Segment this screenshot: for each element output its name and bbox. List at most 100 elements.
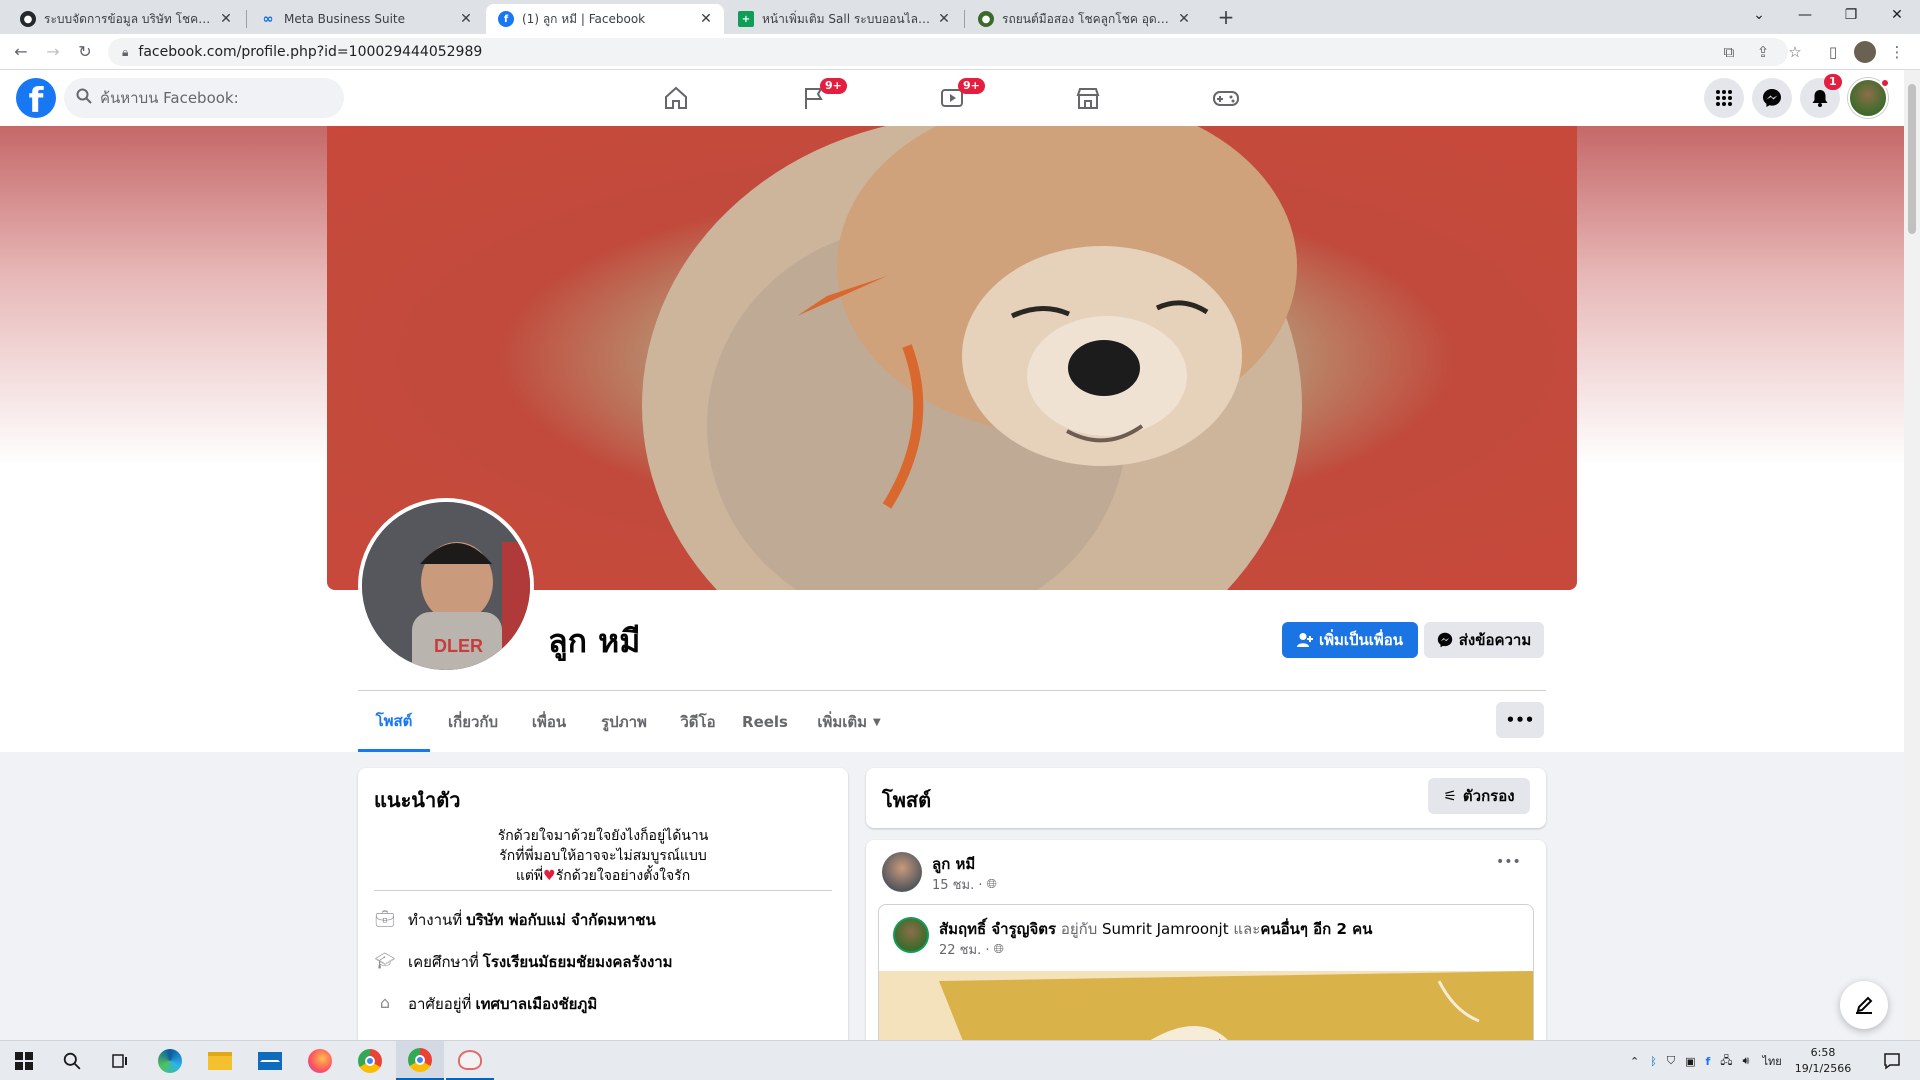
input-language[interactable]: ไทย [1762, 1052, 1781, 1070]
close-tab-icon[interactable]: ✕ [218, 11, 234, 27]
menu-grid-icon[interactable] [1704, 78, 1744, 118]
paint-app-icon[interactable] [446, 1041, 494, 1080]
lock-icon[interactable]: 🔒︎ [122, 45, 128, 60]
edu-prefix: เคยศึกษาที่ [408, 953, 479, 971]
tab-photos[interactable]: รูปภาพ [590, 692, 658, 752]
send-message-button[interactable]: ส่งข้อความ [1424, 622, 1544, 658]
tab-reels[interactable]: Reels [738, 692, 792, 752]
chrome-icon[interactable] [346, 1041, 394, 1080]
edge-icon[interactable] [146, 1041, 194, 1080]
work-link[interactable]: บริษัท พ่อกับแม่ จำกัดมหาชน [466, 908, 656, 932]
close-tab-icon[interactable]: ✕ [458, 11, 474, 27]
search-placeholder: ค้นหาบน Facebook: [100, 89, 239, 107]
close-window-button[interactable]: ✕ [1874, 0, 1920, 30]
nav-gaming[interactable] [1170, 70, 1282, 126]
back-icon[interactable]: ← [10, 41, 32, 63]
nav-watch[interactable]: 9+ [896, 70, 1008, 126]
tab-videos[interactable]: วิดีโอ [668, 692, 728, 752]
tab-about[interactable]: เกี่ยวกับ [436, 692, 510, 752]
intro-bio: รักด้วยใจมาด้วยใจยังไงก็อยู่ได้นาน รักที… [374, 826, 832, 886]
address-bar[interactable]: 🔒︎ facebook.com/profile.php?id=100029444… [108, 38, 1788, 66]
scrollbar-thumb[interactable] [1908, 84, 1916, 234]
cover-photo[interactable] [327, 126, 1577, 590]
bio-line: รักที่พี่มอบให้อาจจะไม่สมบูรณ์แบบ [499, 848, 707, 864]
tab-friends[interactable]: เพื่อน [518, 692, 580, 752]
shared-author-avatar[interactable] [893, 917, 929, 953]
dove-illustration [879, 971, 1533, 1040]
tab-posts[interactable]: โพสต์ [358, 692, 430, 752]
add-friend-button[interactable]: เพิ่มเป็นเพื่อน [1282, 622, 1418, 658]
minimize-button[interactable]: — [1782, 0, 1828, 30]
profile-avatar[interactable]: DLER [358, 498, 534, 674]
firefox-icon[interactable] [296, 1041, 344, 1080]
compose-icon [1856, 996, 1873, 1014]
task-view-icon[interactable] [96, 1041, 144, 1080]
close-tab-icon[interactable]: ✕ [1176, 11, 1192, 27]
chrome-profile-avatar[interactable] [1854, 41, 1876, 63]
device-icon[interactable]: ▣ [1685, 1055, 1695, 1068]
forward-icon[interactable]: → [42, 41, 64, 63]
new-tab-button[interactable]: + [1214, 6, 1238, 30]
browser-tab[interactable]: + หน้าเพิ่มเติม Sall ระบบออนไลน์.xlsx - … [726, 4, 962, 34]
nav-pages[interactable]: 9+ [758, 70, 870, 126]
account-avatar[interactable] [1848, 78, 1890, 118]
nav-marketplace[interactable] [1032, 70, 1144, 126]
notifications-bell-icon[interactable]: 1 [1800, 74, 1842, 118]
chrome-active-window-icon[interactable] [396, 1041, 444, 1080]
facebook-search-input[interactable]: ค้นหาบน Facebook: [64, 78, 344, 118]
profile-more-options-button[interactable]: ••• [1496, 702, 1544, 738]
browser-tab[interactable]: ● รถยนต์มือสอง โชคลูกโชค อุดรธานี ✕ [966, 4, 1202, 34]
shared-post-image[interactable] [879, 971, 1533, 1040]
mail-icon[interactable] [246, 1041, 294, 1080]
tab-title: (1) ลูก หมี | Facebook [522, 11, 646, 26]
tagged-others-link[interactable]: คนอื่นๆ อีก 2 คน [1260, 920, 1372, 938]
volume-icon[interactable]: 🔊︎ [1743, 1054, 1750, 1068]
post-options-icon[interactable]: ••• [1496, 854, 1521, 870]
svg-text:DLER: DLER [434, 636, 483, 656]
chrome-menu-icon[interactable]: ⋮ [1886, 41, 1908, 63]
bookmark-star-icon[interactable]: ☆ [1784, 41, 1806, 63]
post-author-avatar[interactable] [882, 852, 922, 892]
profile-header: DLER ลูก หมี เพิ่มเป็นเพื่อน ส่งข้อความ … [0, 126, 1904, 752]
page-scrollbar[interactable] [1904, 70, 1920, 1040]
browser-tab-active[interactable]: f (1) ลูก หมี | Facebook ✕ [486, 4, 724, 34]
tab-more[interactable]: เพิ่มเติม ▼ [806, 692, 892, 752]
filter-button[interactable]: ⚟ ตัวกรอง [1428, 778, 1530, 814]
security-shield-icon[interactable]: ⛉ [1667, 1054, 1675, 1068]
filter-sliders-icon: ⚟ [1443, 787, 1457, 805]
facebook-tray-icon[interactable]: f [1705, 1055, 1710, 1068]
residence-link[interactable]: เทศบาลเมืองชัยภูมิ [475, 992, 597, 1016]
file-explorer-icon[interactable] [196, 1041, 244, 1080]
education-link[interactable]: โรงเรียนมัธยมชัยมงคลรังงาม [483, 950, 673, 974]
shared-post[interactable]: สัมฤทธิ์ จำรูญจิตร อยู่กับ Sumrit Jamroo… [878, 904, 1534, 1040]
shared-post-time[interactable]: 22 ชม. · [939, 939, 989, 960]
shared-author-name[interactable]: สัมฤทธิ์ จำรูญจิตร [939, 920, 1056, 938]
tab-search-chevron-icon[interactable]: ⌄ [1736, 0, 1782, 30]
close-tab-icon[interactable]: ✕ [698, 11, 714, 27]
close-tab-icon[interactable]: ✕ [936, 11, 952, 27]
taskbar-clock[interactable]: 6:58 19/1/2566 [1788, 1045, 1858, 1077]
notification-center-icon[interactable] [1868, 1041, 1916, 1080]
network-icon[interactable]: 🖧︎ [1720, 1052, 1732, 1071]
side-panel-icon[interactable]: ▯ [1822, 41, 1844, 63]
facebook-logo[interactable]: f [16, 78, 56, 118]
browser-tab[interactable]: ∞ Meta Business Suite ✕ [248, 4, 484, 34]
messenger-icon[interactable] [1752, 78, 1792, 118]
pages-badge: 9+ [820, 78, 847, 94]
tagged-friend-link[interactable]: Sumrit Jamroonjt [1102, 920, 1229, 938]
reload-icon[interactable]: ↻ [74, 41, 96, 63]
restore-button[interactable]: ❐ [1828, 0, 1874, 30]
send-message-label: ส่งข้อความ [1458, 631, 1532, 649]
bluetooth-icon[interactable]: ᛒ [1650, 1055, 1657, 1068]
browser-tab[interactable]: ● ระบบจัดการข้อมูล บริษัท โชคลูกโชค จำกั… [8, 4, 244, 34]
new-message-compose-button[interactable] [1840, 981, 1888, 1029]
translate-icon[interactable]: ⧉ [1718, 41, 1740, 63]
post-author-name[interactable]: ลูก หมี [932, 852, 975, 876]
nav-home[interactable] [620, 70, 732, 126]
tray-expand-icon[interactable]: ⌃ [1630, 1055, 1639, 1068]
post-time[interactable]: 15 ชม. · [932, 874, 982, 895]
search-icon [76, 88, 92, 108]
taskbar-search-icon[interactable] [48, 1041, 96, 1080]
windows-start-icon[interactable] [0, 1041, 48, 1080]
share-icon[interactable]: ⇪ [1752, 41, 1774, 63]
